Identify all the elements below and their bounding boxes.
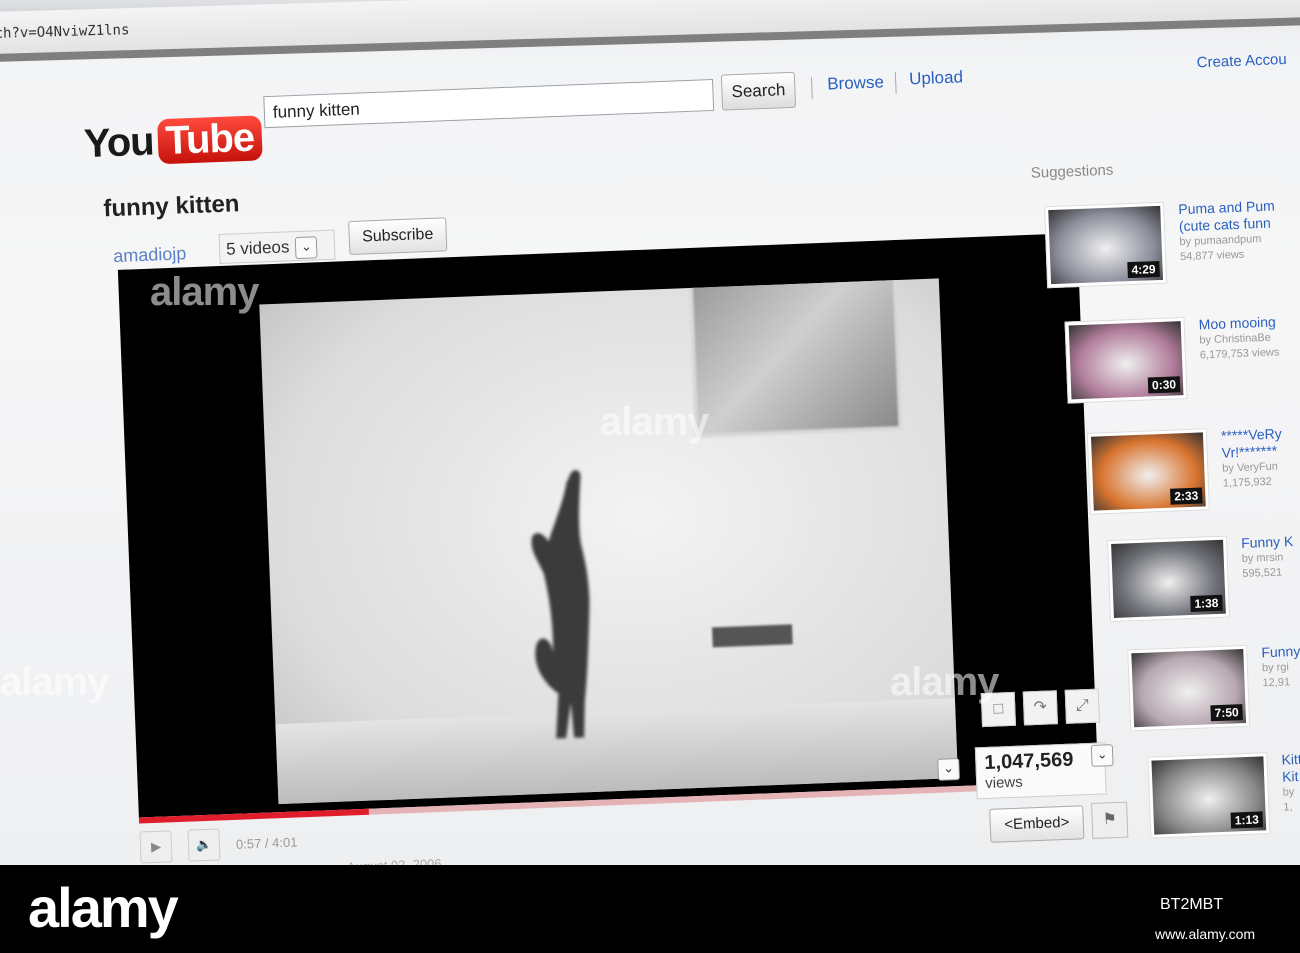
cat-silhouette bbox=[531, 470, 590, 739]
views-panel: 1,047,569 views bbox=[974, 742, 1107, 800]
suggestion-text: Funny by rgi 12,91 bbox=[1261, 640, 1300, 727]
volume-icon[interactable]: 🔈 bbox=[187, 828, 221, 862]
nav-separator bbox=[894, 71, 897, 94]
suggestion-thumbnail[interactable]: 0:30 bbox=[1064, 317, 1188, 404]
alamy-logo: alamy bbox=[28, 876, 179, 939]
channel-videos-dropdown[interactable]: 5 videos ⌄ bbox=[218, 229, 336, 265]
suggestion-thumbnail[interactable]: 4:29 bbox=[1044, 201, 1168, 289]
suggestion-views: 54,877 views bbox=[1179, 248, 1245, 264]
suggestion-title[interactable]: Kitt bbox=[1281, 747, 1300, 769]
suggestion-thumbnail[interactable]: 7:50 bbox=[1127, 644, 1251, 732]
watermark: alamy bbox=[0, 660, 109, 704]
logo-tube: Tube bbox=[156, 114, 263, 164]
monitor-screen: ch?v=O4NviwZ1lns You Tube funny kitten S… bbox=[0, 0, 1300, 865]
suggestion-item[interactable]: 0:30 Moo mooing by ChristinaBe 6,179,753 vi… bbox=[1064, 312, 1300, 404]
videos-count: 5 videos bbox=[225, 237, 290, 259]
search-input[interactable]: funny kitten bbox=[263, 78, 715, 129]
video-frame bbox=[259, 278, 958, 805]
suggestion-title[interactable]: Funny K bbox=[1241, 530, 1300, 552]
nav-separator bbox=[810, 77, 813, 100]
channel-link[interactable]: amadiojp bbox=[113, 243, 187, 267]
chevron-down-icon[interactable]: ⌄ bbox=[295, 235, 318, 259]
suggestion-text: Moo mooing by ChristinaBe 6,179,753 views bbox=[1198, 312, 1300, 399]
search-button[interactable]: Search bbox=[720, 71, 797, 111]
duration-badge: 1:38 bbox=[1190, 594, 1223, 612]
suggestions-header: Suggestions bbox=[1030, 161, 1114, 182]
embed-button[interactable]: <Embed> bbox=[989, 805, 1085, 843]
duration-badge: 7:50 bbox=[1210, 704, 1243, 722]
watermark: alamy bbox=[890, 660, 999, 704]
views-label: views bbox=[984, 773, 1024, 793]
subscribe-button[interactable]: Subscribe bbox=[348, 217, 448, 256]
suggestion-item[interactable]: 1:13 Kitt Kit by 1, bbox=[1147, 747, 1300, 839]
suggestion-item[interactable]: 2:33 *****VeRy Vr!******* by VeryFun 1,175,9… bbox=[1086, 423, 1300, 515]
views-chevron-icon[interactable]: ⌄ bbox=[1090, 744, 1114, 767]
duration-badge: 2:33 bbox=[1169, 487, 1203, 505]
suggestion-thumbnail[interactable]: 1:38 bbox=[1106, 535, 1231, 623]
duration-badge: 4:29 bbox=[1127, 260, 1160, 279]
video-player[interactable] bbox=[117, 233, 1099, 824]
duration-badge: 1:13 bbox=[1230, 811, 1264, 829]
suggestion-item[interactable]: 4:29 Puma and Pum (cute cats funn by pumaan… bbox=[1044, 197, 1300, 289]
suggestion-item[interactable]: 7:50 Funny by rgi 12,91 bbox=[1127, 640, 1300, 732]
more-menu-chevron-icon[interactable]: ⌄ bbox=[937, 757, 961, 781]
watermark: alamy bbox=[150, 270, 259, 314]
wall-picture bbox=[688, 278, 903, 438]
duration-badge: 0:30 bbox=[1147, 376, 1181, 394]
play-icon[interactable]: ▶ bbox=[139, 830, 173, 864]
create-account-link[interactable]: Create Accou bbox=[1196, 51, 1287, 71]
nav-browse-link[interactable]: Browse bbox=[827, 72, 884, 94]
share-icon[interactable]: ↷ bbox=[1022, 690, 1058, 726]
logo-you: You bbox=[83, 118, 155, 166]
suggestion-text: Funny Kby mrsin 595,521 bbox=[1241, 530, 1300, 617]
player-extra-controls: □ ↷ ⤢ bbox=[980, 688, 1100, 728]
suggestion-title[interactable]: Funny bbox=[1261, 640, 1300, 662]
suggestion-thumbnail[interactable]: 1:13 bbox=[1147, 752, 1271, 839]
alamy-url: www.alamy.com bbox=[1155, 926, 1256, 942]
suggestion-text: Puma and Pum (cute cats funn by pumaandpum… bbox=[1178, 197, 1300, 284]
image-id: BT2MBT bbox=[1160, 896, 1224, 913]
alamy-footer bbox=[0, 865, 1300, 953]
fullscreen-icon[interactable]: ⤢ bbox=[1064, 688, 1100, 724]
suggestion-thumbnail[interactable]: 2:33 bbox=[1086, 428, 1210, 515]
suggestion-text: Kitt Kit by 1, bbox=[1281, 747, 1300, 834]
youtube-logo[interactable]: You Tube bbox=[83, 110, 263, 171]
flag-icon[interactable]: ⚑ bbox=[1091, 801, 1129, 839]
suggestion-text: *****VeRy Vr!******* by VeryFun 1,175,932 bbox=[1221, 423, 1300, 510]
time-display: 0:57 / 4:01 bbox=[235, 833, 298, 852]
suggestion-item[interactable]: 1:38 Funny Kby mrsin 595,521 bbox=[1106, 530, 1300, 623]
nav-upload-link[interactable]: Upload bbox=[909, 67, 964, 89]
floor bbox=[275, 698, 958, 805]
video-title: funny kitten bbox=[102, 190, 240, 223]
watermark: alamy bbox=[600, 400, 709, 444]
wall-heater bbox=[712, 624, 793, 648]
